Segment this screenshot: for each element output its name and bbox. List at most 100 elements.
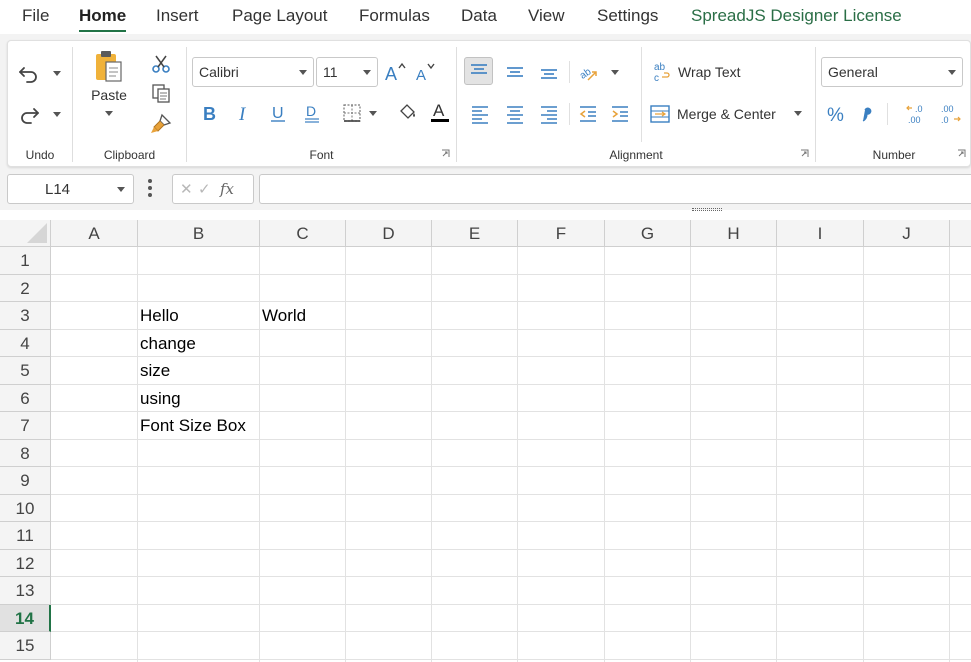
row-gridline	[51, 493, 971, 495]
decrease-indent-button[interactable]	[575, 101, 601, 127]
row-header-12[interactable]: 12	[0, 549, 51, 577]
row-header-2[interactable]: 2	[0, 274, 51, 302]
merge-center-button[interactable]	[648, 101, 672, 127]
font-size-select[interactable]: 11	[316, 57, 378, 87]
increase-font-size-button[interactable]: A	[383, 59, 407, 85]
row-header-6[interactable]: 6	[0, 384, 51, 412]
copy-button[interactable]	[149, 82, 173, 104]
column-header-b[interactable]: B	[138, 220, 260, 247]
undo-dropdown-caret[interactable]	[53, 71, 61, 76]
column-header-e[interactable]: E	[432, 220, 518, 247]
cell-b5[interactable]: size	[138, 357, 170, 384]
svg-text:U: U	[272, 105, 284, 122]
column-header-a[interactable]: A	[51, 220, 138, 247]
bold-button[interactable]: B	[197, 101, 221, 125]
decrease-decimal-button[interactable]: .00 .0	[938, 101, 964, 127]
redo-button[interactable]	[16, 104, 42, 126]
middle-align-button[interactable]	[502, 59, 528, 85]
cut-button[interactable]	[149, 53, 173, 75]
tab-formulas[interactable]: Formulas	[359, 6, 430, 26]
select-all-corner[interactable]	[0, 220, 51, 247]
tab-page-layout[interactable]: Page Layout	[232, 6, 327, 26]
percent-style-button[interactable]: %	[824, 101, 848, 127]
tab-home[interactable]: Home	[79, 6, 127, 32]
cell-c3[interactable]: World	[260, 302, 306, 329]
number-group: General % .0 .00 .00 .0 Number	[816, 41, 971, 166]
row-header-14[interactable]: 14	[0, 604, 51, 632]
tab-settings[interactable]: Settings	[597, 6, 658, 26]
decrease-font-size-button[interactable]: A	[413, 59, 437, 85]
dialog-launcher-icon[interactable]	[957, 149, 966, 158]
row-header-13[interactable]: 13	[0, 577, 51, 605]
borders-button[interactable]	[340, 101, 364, 125]
fill-color-button[interactable]	[395, 99, 421, 125]
row-header-7[interactable]: 7	[0, 412, 51, 440]
orientation-button[interactable]: ab	[575, 59, 601, 85]
cell-b6[interactable]: using	[138, 385, 181, 412]
row-gridline	[51, 658, 971, 660]
row-header-10[interactable]: 10	[0, 494, 51, 522]
wrap-text-button[interactable]: ab c	[651, 59, 673, 85]
increase-indent-button[interactable]	[607, 101, 633, 127]
column-header-i[interactable]: I	[777, 220, 864, 247]
dialog-launcher-icon[interactable]	[441, 149, 450, 158]
column-header-d[interactable]: D	[346, 220, 432, 247]
row-header-8[interactable]: 8	[0, 439, 51, 467]
cell-b3[interactable]: Hello	[138, 302, 179, 329]
row-header-15[interactable]: 15	[0, 632, 51, 660]
bold-icon: B	[203, 104, 216, 123]
column-header-h[interactable]: H	[691, 220, 777, 247]
cell-b4[interactable]: change	[138, 330, 196, 357]
wrap-text-label[interactable]: Wrap Text	[678, 64, 741, 80]
dialog-launcher-icon[interactable]	[800, 149, 809, 158]
top-align-button[interactable]	[464, 57, 493, 85]
column-header-c[interactable]: C	[260, 220, 346, 247]
column-header-j[interactable]: J	[864, 220, 950, 247]
tab-file[interactable]: File	[22, 6, 49, 26]
row-header-1[interactable]: 1	[0, 247, 51, 275]
cancel-icon[interactable]: ✕	[180, 180, 193, 198]
align-center-button[interactable]	[502, 101, 528, 127]
cell-b7[interactable]: Font Size Box	[138, 412, 246, 439]
more-options-icon[interactable]	[148, 179, 154, 200]
tab-designer-license[interactable]: SpreadJS Designer License	[691, 6, 902, 26]
number-format-select[interactable]: General	[821, 57, 963, 87]
tab-insert[interactable]: Insert	[156, 6, 199, 26]
font-color-button[interactable]: A	[428, 99, 452, 125]
row-header-11[interactable]: 11	[0, 522, 51, 550]
comma-style-button[interactable]	[856, 101, 876, 127]
name-box[interactable]: L14	[7, 174, 134, 204]
bottom-align-button[interactable]	[536, 59, 562, 85]
borders-dropdown-caret[interactable]	[369, 111, 377, 116]
merge-center-label[interactable]: Merge & Center	[677, 106, 776, 122]
italic-button[interactable]: I	[231, 101, 255, 125]
orientation-dropdown-caret[interactable]	[611, 70, 619, 75]
increase-decimal-button[interactable]: .0 .00	[904, 101, 930, 127]
double-underline-button[interactable]: D	[300, 101, 324, 125]
confirm-icon[interactable]: ✓	[198, 180, 211, 198]
paste-button[interactable]: Paste	[87, 49, 131, 133]
formula-input[interactable]	[259, 174, 971, 204]
svg-text:A: A	[416, 67, 426, 83]
resize-handle[interactable]	[692, 208, 722, 211]
row-header-9[interactable]: 9	[0, 467, 51, 495]
column-header-f[interactable]: F	[518, 220, 605, 247]
tab-data[interactable]: Data	[461, 6, 497, 26]
column-header-overflow[interactable]	[950, 220, 971, 247]
redo-dropdown-caret[interactable]	[53, 112, 61, 117]
decrease-indent-icon	[579, 106, 596, 122]
paste-icon	[96, 51, 122, 82]
merge-dropdown-caret[interactable]	[794, 111, 802, 116]
tab-view[interactable]: View	[528, 6, 565, 26]
align-left-button[interactable]	[467, 101, 493, 127]
format-painter-button[interactable]	[149, 113, 173, 135]
align-right-button[interactable]	[536, 101, 562, 127]
font-name-select[interactable]: Calibri	[192, 57, 314, 87]
column-header-g[interactable]: G	[605, 220, 691, 247]
row-header-3[interactable]: 3	[0, 302, 51, 330]
underline-button[interactable]: U	[266, 101, 290, 125]
undo-button[interactable]	[16, 63, 42, 85]
row-header-5[interactable]: 5	[0, 357, 51, 385]
row-header-4[interactable]: 4	[0, 329, 51, 357]
insert-function-icon[interactable]: fx	[220, 180, 234, 198]
